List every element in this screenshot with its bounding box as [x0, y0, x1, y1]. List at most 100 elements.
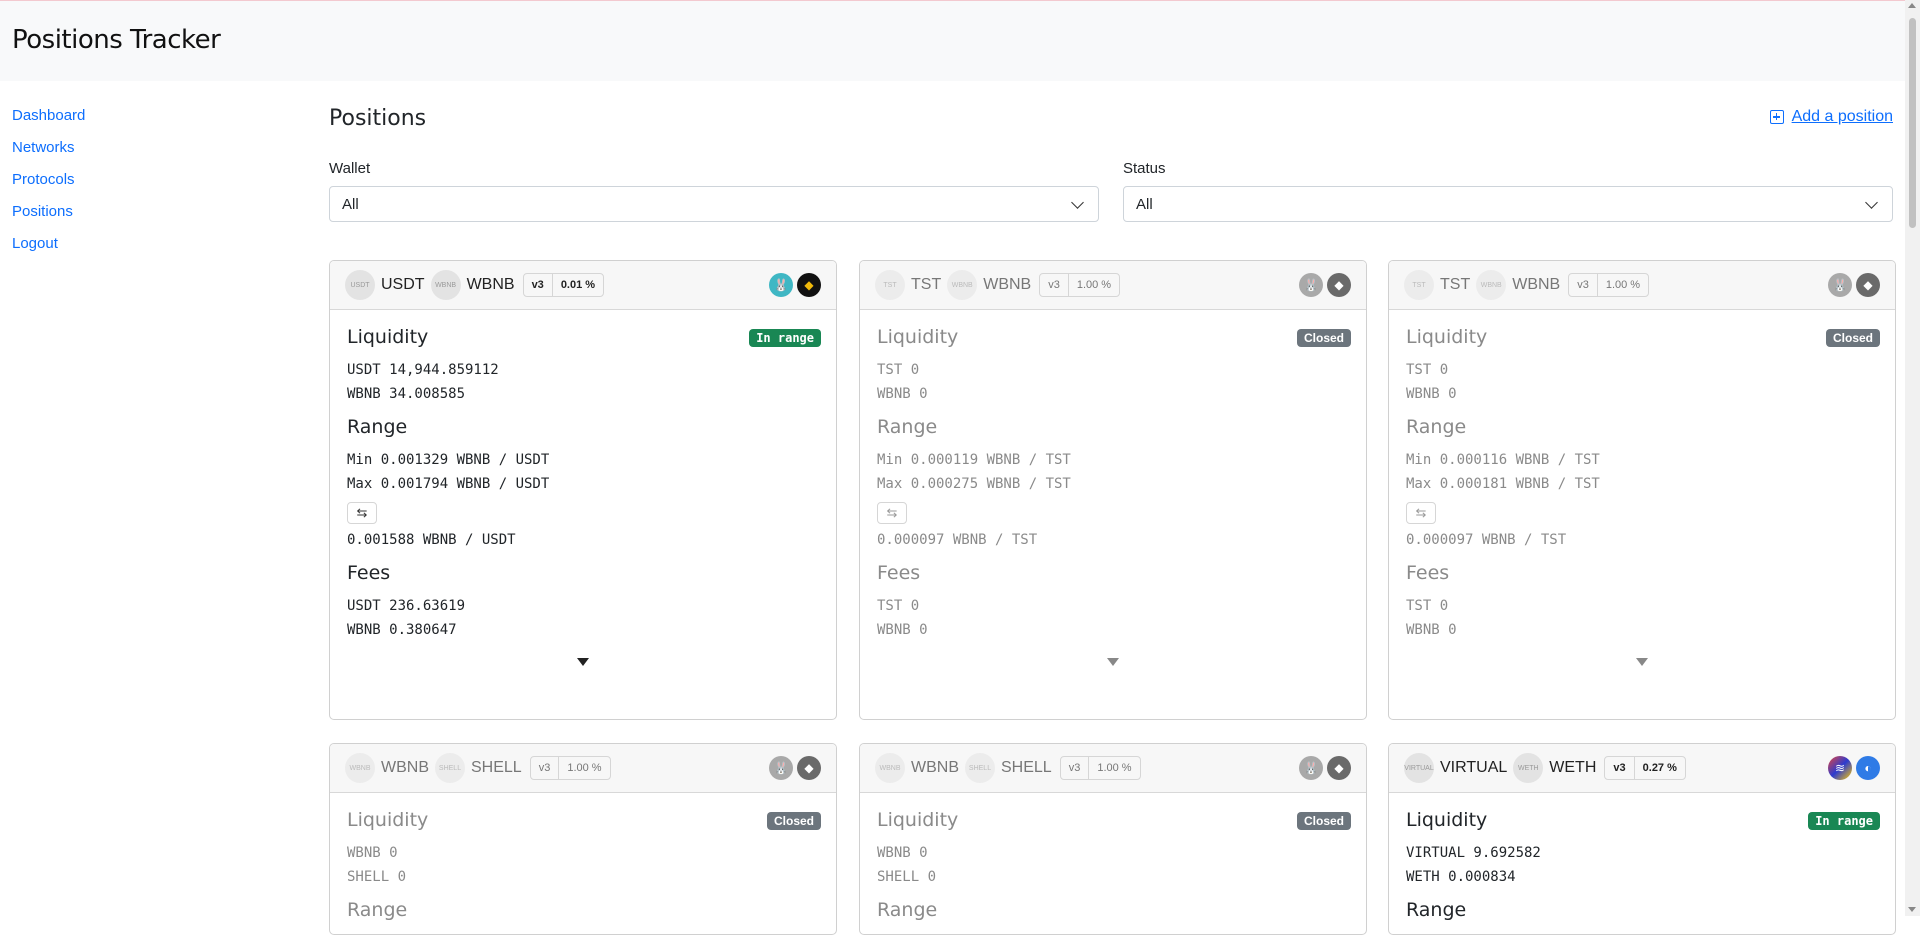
version-badge: v3: [531, 279, 544, 291]
sidebar-item-logout[interactable]: Logout: [12, 233, 85, 265]
version-badge: v3: [1068, 762, 1081, 774]
token-icon: SHELL: [965, 753, 995, 783]
bnb-chain-icon: ◆: [1327, 273, 1351, 297]
token-icon: SHELL: [435, 753, 465, 783]
position-card-body: In range Liquidity USDT 14,944.859112 WB…: [330, 310, 836, 684]
swap-direction-button[interactable]: ⇆: [877, 502, 907, 524]
position-card-header: TST TST WBNB WBNB v3 1.00 % 🐰 ◆: [860, 261, 1366, 310]
pancakeswap-icon: 🐰: [1299, 756, 1323, 780]
position-card-body: Closed Liquidity WBNB 0 SHELL 0 Range: [860, 793, 1366, 934]
range-heading: Range: [877, 899, 938, 921]
position-card-body: Closed Liquidity TST 0 WBNB 0 Range Min …: [860, 310, 1366, 684]
version-fee-badge: v3 1.00 %: [1039, 273, 1121, 297]
status-filter: Status All: [1123, 160, 1893, 222]
add-position-link[interactable]: Add a position: [1769, 108, 1893, 126]
scroll-down-arrow-icon[interactable]: [1908, 907, 1916, 912]
status-filter-label: Status: [1123, 160, 1166, 177]
swap-direction-button[interactable]: ⇆: [347, 502, 377, 524]
network-icons: ≋ ◐: [1828, 756, 1880, 780]
bnb-chain-icon: ◆: [797, 756, 821, 780]
liquidity-heading: Liquidity: [1406, 809, 1488, 831]
fee-badge: 0.01 %: [551, 274, 603, 296]
version-badge: v3: [538, 762, 551, 774]
token0-symbol: TST: [1440, 276, 1471, 293]
range-heading: Range: [1406, 416, 1467, 438]
expand-caret-icon[interactable]: [577, 658, 589, 666]
version-badge: v3: [1613, 762, 1626, 774]
token0-symbol: WBNB: [381, 759, 429, 776]
range-heading: Range: [347, 416, 408, 438]
page-title: Positions: [329, 106, 427, 131]
position-card: USDT USDT WBNB WBNB v3 0.01 % 🐰 ◆ In ran…: [329, 260, 837, 720]
token1-symbol: WBNB: [466, 276, 515, 293]
fees-heading: Fees: [347, 562, 391, 584]
scrollbar-thumb[interactable]: [1909, 18, 1916, 228]
expand-caret-icon[interactable]: [1636, 658, 1648, 666]
uniswap-icon: ≋: [1828, 756, 1852, 780]
token1-symbol: SHELL: [471, 759, 522, 776]
liquidity-amount: TST 0: [877, 362, 920, 378]
current-price: 0.001588 WBNB / USDT: [347, 532, 516, 548]
range-max: Max 0.000275 WBNB / TST: [877, 476, 1071, 492]
fee-badge: 1.00 %: [1596, 274, 1648, 296]
swap-direction-button[interactable]: ⇆: [1406, 502, 1436, 524]
fee-badge: 1.00 %: [1067, 274, 1119, 296]
page-scrollbar[interactable]: [1905, 0, 1920, 916]
scroll-up-arrow-icon[interactable]: [1908, 3, 1916, 8]
sidebar-nav: Dashboard Networks Protocols Positions L…: [12, 105, 85, 265]
network-icons: 🐰 ◆: [1299, 756, 1351, 780]
sidebar-item-protocols[interactable]: Protocols: [12, 169, 85, 201]
status-badge: In range: [749, 329, 821, 347]
position-card-body: Closed Liquidity TST 0 WBNB 0 Range Min …: [1389, 310, 1895, 684]
fees-heading: Fees: [877, 562, 921, 584]
sidebar-item-dashboard[interactable]: Dashboard: [12, 105, 85, 137]
fee-amount: TST 0: [1406, 598, 1449, 614]
token0-symbol: TST: [911, 276, 942, 293]
position-card: WBNB WBNB SHELL SHELL v3 1.00 % 🐰 ◆ Clos…: [859, 743, 1367, 935]
fee-amount: WBNB 0.380647: [347, 622, 457, 638]
token-icon: WBNB: [875, 753, 905, 783]
status-badge: Closed: [766, 812, 821, 830]
version-fee-badge: v3 1.00 %: [529, 756, 611, 780]
fee-amount: WBNB 0: [1406, 622, 1457, 638]
fee-amount: USDT 236.63619: [347, 598, 466, 614]
position-card-header: WBNB WBNB SHELL SHELL v3 1.00 % 🐰 ◆: [860, 744, 1366, 793]
wallet-filter-label: Wallet: [329, 160, 371, 177]
token-icon: WBNB: [1476, 270, 1507, 300]
liquidity-amount: WETH 0.000834: [1406, 869, 1516, 885]
range-min: Min 0.001329 WBNB / USDT: [347, 452, 550, 468]
sidebar-item-positions[interactable]: Positions: [12, 201, 85, 233]
app-header: Positions Tracker: [0, 1, 1905, 81]
status-badge: In range: [1808, 812, 1880, 830]
token1-symbol: SHELL: [1001, 759, 1052, 776]
version-fee-badge: v3 1.00 %: [1568, 273, 1650, 297]
range-heading: Range: [347, 899, 408, 921]
token-icon: WBNB: [947, 270, 978, 300]
liquidity-amount: WBNB 34.008585: [347, 386, 466, 402]
pancakeswap-icon: 🐰: [769, 273, 793, 297]
liquidity-heading: Liquidity: [347, 809, 429, 831]
token0-symbol: VIRTUAL: [1440, 759, 1508, 776]
version-badge: v3: [1577, 279, 1589, 291]
fee-amount: WBNB 0: [877, 622, 928, 638]
status-select[interactable]: All: [1123, 186, 1893, 222]
status-select-value: All: [1136, 195, 1153, 213]
position-card-header: WBNB WBNB SHELL SHELL v3 1.00 % 🐰 ◆: [330, 744, 836, 793]
wallet-select[interactable]: All: [329, 186, 1099, 222]
token-icon: TST: [875, 270, 905, 300]
wallet-select-value: All: [342, 195, 359, 213]
liquidity-amount: WBNB 0: [1406, 386, 1457, 402]
version-badge: v3: [1048, 279, 1060, 291]
add-position-label: Add a position: [1791, 108, 1893, 125]
token-icon: VIRTUAL: [1404, 753, 1434, 783]
liquidity-heading: Liquidity: [347, 326, 429, 348]
position-card-header: VIRTUAL VIRTUAL WETH WETH v3 0.27 % ≋ ◐: [1389, 744, 1895, 793]
expand-caret-icon[interactable]: [1107, 658, 1119, 666]
network-icons: 🐰 ◆: [1299, 273, 1351, 297]
wallet-filter: Wallet All: [329, 160, 1099, 222]
token-icon: WBNB: [345, 753, 375, 783]
liquidity-heading: Liquidity: [877, 809, 959, 831]
app-title: Positions Tracker: [12, 25, 221, 55]
sidebar-item-networks[interactable]: Networks: [12, 137, 85, 169]
liquidity-amount: VIRTUAL 9.692582: [1406, 845, 1541, 861]
